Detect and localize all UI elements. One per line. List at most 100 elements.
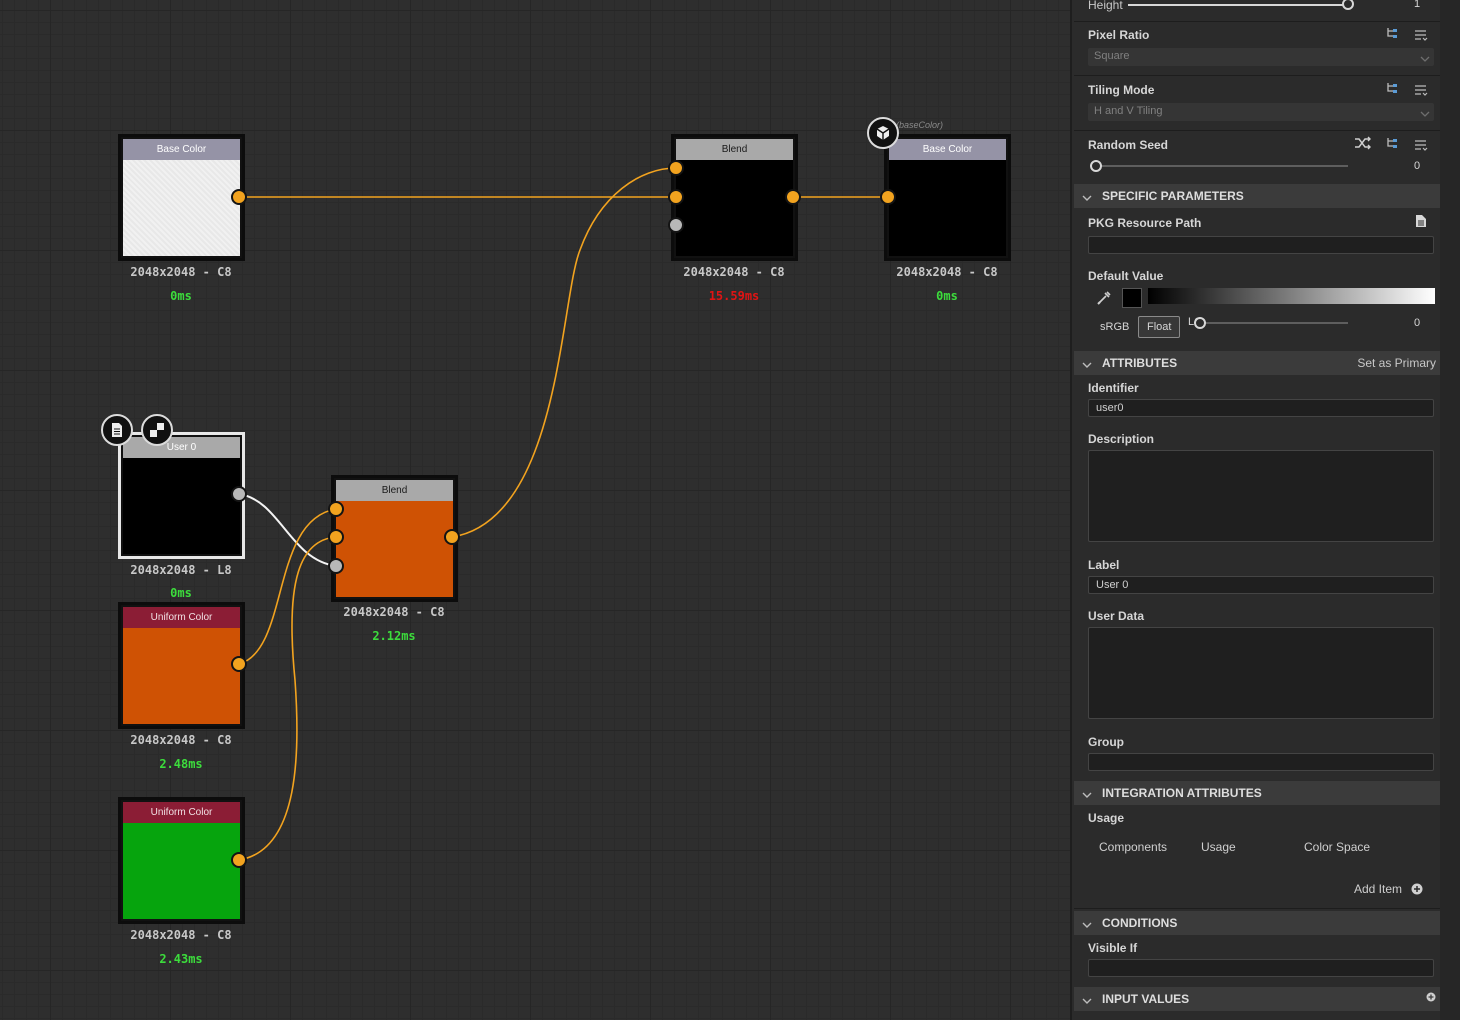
output-port[interactable] (231, 189, 247, 205)
random-seed-value: 0 (1414, 160, 1421, 172)
node-uniform-color-green[interactable]: Uniform Color (118, 797, 245, 924)
node-timing: 0ms (936, 289, 958, 303)
output-port[interactable] (231, 852, 247, 868)
eyedropper-icon[interactable] (1096, 290, 1112, 311)
node-timing: 15.59ms (708, 289, 760, 303)
node-resolution: 2048x2048 - L8 (130, 563, 232, 577)
node-blend-top[interactable]: Blend (671, 134, 798, 261)
description-label: Description (1088, 432, 1155, 446)
default-value-slider-track[interactable] (1196, 322, 1348, 324)
output-port[interactable] (444, 529, 460, 545)
hierarchy-icon[interactable] (1386, 26, 1400, 45)
section-title: SPECIFIC PARAMETERS (1102, 189, 1244, 203)
random-seed-slider-track[interactable] (1094, 165, 1348, 167)
input-port[interactable] (880, 189, 896, 205)
output-usage-tag: (baseColor) (896, 120, 944, 130)
node-graph-canvas[interactable]: Base Color 2048x2048 - C8 0ms Blend 2048… (0, 0, 1070, 1020)
node-resolution: 2048x2048 - C8 (130, 928, 232, 942)
section-conditions[interactable]: CONDITIONS (1074, 911, 1440, 935)
panel-scrollbar[interactable] (1440, 0, 1460, 1020)
input-port-mask[interactable] (668, 217, 684, 233)
pkg-resource-path-input[interactable] (1088, 236, 1434, 254)
shuffle-icon[interactable] (1354, 136, 1372, 155)
list-menu-icon[interactable] (1414, 28, 1428, 46)
visible-if-input[interactable] (1088, 959, 1434, 977)
hierarchy-icon[interactable] (1386, 81, 1400, 100)
input-port-foreground[interactable] (668, 160, 684, 176)
node-title: Base Color (889, 139, 1006, 160)
description-textarea[interactable] (1088, 450, 1434, 542)
checker-icon (141, 414, 173, 446)
float-button[interactable]: Float (1138, 316, 1181, 338)
visible-if-label: Visible If (1088, 941, 1138, 955)
node-resolution: 2048x2048 - C8 (130, 265, 232, 279)
height-slider-handle[interactable] (1342, 0, 1354, 10)
node-uniform-color-orange[interactable]: Uniform Color (118, 602, 245, 729)
input-port-background[interactable] (668, 189, 684, 205)
section-integration-attributes[interactable]: INTEGRATION ATTRIBUTES (1074, 781, 1440, 805)
node-resolution: 2048x2048 - C8 (130, 733, 232, 747)
section-attributes[interactable]: ATTRIBUTES Set as Primary (1074, 351, 1440, 375)
node-title: Base Color (123, 139, 240, 160)
plus-circle-icon[interactable] (1426, 991, 1436, 1005)
column-components: Components (1099, 840, 1168, 854)
node-title: Uniform Color (123, 607, 240, 628)
list-menu-icon[interactable] (1414, 138, 1428, 156)
column-color-space: Color Space (1304, 840, 1371, 854)
node-user0[interactable]: User 0 (118, 432, 245, 559)
node-base-color-input[interactable]: Base Color (118, 134, 245, 261)
list-menu-icon[interactable] (1414, 83, 1428, 101)
node-thumbnail (889, 160, 1006, 256)
label-input[interactable]: User 0 (1088, 576, 1434, 594)
node-resolution: 2048x2048 - C8 (683, 265, 785, 279)
output-port[interactable] (785, 189, 801, 205)
chevron-down-icon (1082, 787, 1092, 805)
random-seed-slider-handle[interactable] (1090, 160, 1102, 172)
divider (1074, 21, 1440, 22)
group-input[interactable] (1088, 753, 1434, 771)
hierarchy-icon[interactable] (1386, 136, 1400, 155)
wire-user0-to-blend2 (238, 493, 337, 567)
node-title: User 0 (123, 437, 240, 458)
chevron-down-icon (1082, 993, 1092, 1011)
tiling-mode-label: Tiling Mode (1088, 83, 1155, 97)
srgb-button[interactable]: sRGB (1092, 317, 1137, 339)
grayscale-gradient-picker[interactable] (1148, 288, 1435, 304)
plus-circle-icon[interactable] (1411, 882, 1423, 900)
identifier-input[interactable]: user0 (1088, 399, 1434, 417)
tiling-mode-dropdown[interactable]: H and V Tiling (1088, 103, 1434, 121)
divider (1074, 908, 1440, 909)
node-thumbnail (123, 628, 240, 724)
output-port[interactable] (231, 486, 247, 502)
chevron-down-icon (1082, 357, 1092, 375)
input-port-foreground[interactable] (328, 501, 344, 517)
node-resolution: 2048x2048 - C8 (343, 605, 445, 619)
section-title: CONDITIONS (1102, 916, 1178, 930)
tiling-mode-value: H and V Tiling (1094, 105, 1163, 117)
section-specific-parameters[interactable]: SPECIFIC PARAMETERS (1074, 184, 1440, 208)
section-input-values[interactable]: INPUT VALUES (1074, 987, 1440, 1011)
node-base-color-output[interactable]: Base Color (884, 134, 1011, 261)
set-as-primary-button[interactable]: Set as Primary (1357, 356, 1436, 370)
properties-panel: Height 1 Pixel Ratio Square Tiling Mode … (1070, 0, 1460, 1020)
file-icon[interactable] (1415, 214, 1427, 233)
node-timing: 2.48ms (159, 757, 203, 771)
pixel-ratio-dropdown[interactable]: Square (1088, 48, 1434, 66)
pixel-ratio-label: Pixel Ratio (1088, 28, 1150, 42)
group-label: Group (1088, 735, 1124, 749)
input-port-background[interactable] (328, 529, 344, 545)
chevron-down-icon (1420, 108, 1430, 120)
node-blend-middle[interactable]: Blend (331, 475, 458, 602)
add-item-button[interactable]: Add Item (1354, 882, 1402, 896)
user-data-textarea[interactable] (1088, 627, 1434, 719)
output-port[interactable] (231, 656, 247, 672)
node-timing: 0ms (170, 586, 192, 600)
node-thumbnail (676, 160, 793, 256)
input-port-mask[interactable] (328, 558, 344, 574)
default-value-slider-handle[interactable] (1194, 317, 1206, 329)
node-thumbnail (336, 501, 453, 597)
default-value-value: 0 (1414, 317, 1421, 329)
wire-blend2-to-blend (451, 167, 677, 538)
color-swatch[interactable] (1122, 288, 1142, 308)
height-slider-track[interactable] (1128, 4, 1348, 6)
